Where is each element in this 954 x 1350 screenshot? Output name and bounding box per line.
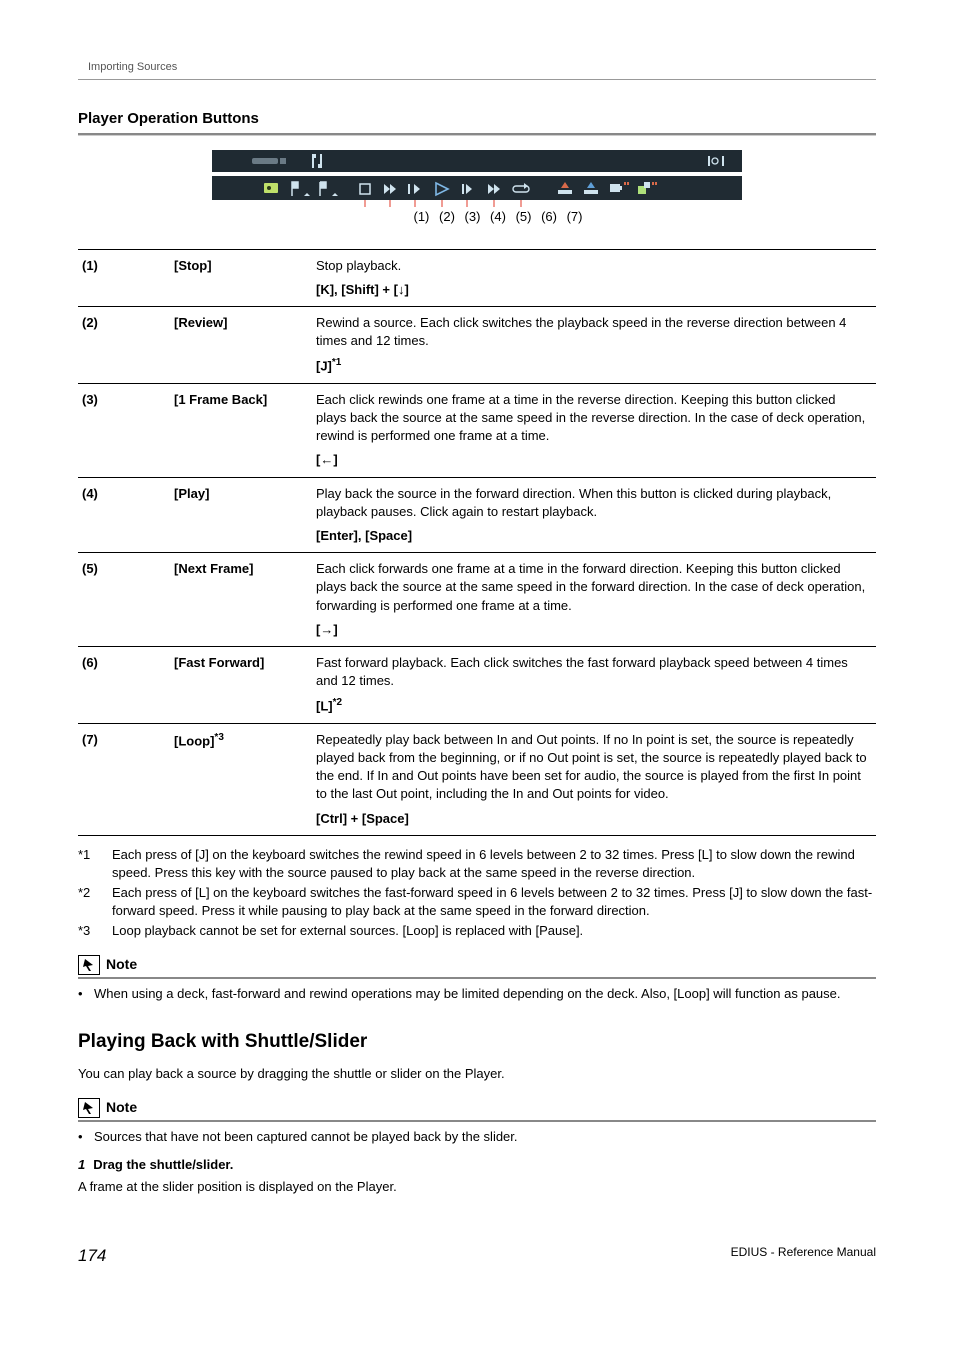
- section-rule: [78, 133, 876, 136]
- note-text: •When using a deck, fast-forward and rew…: [78, 985, 876, 1003]
- note-label: Note: [106, 1098, 137, 1118]
- table-row: (3)[1 Frame Back]Each click rewinds one …: [78, 383, 876, 477]
- note-icon: [78, 955, 100, 975]
- table-row: (7)[Loop]*3Repeatedly play back between …: [78, 723, 876, 835]
- breadcrumb: Importing Sources: [78, 60, 876, 80]
- table-row: (6)[Fast Forward]Fast forward playback. …: [78, 646, 876, 723]
- callout-numbers: (1) (2) (3) (4) (5) (6) (7): [78, 208, 876, 226]
- section-intro: You can play back a source by dragging t…: [78, 1065, 876, 1083]
- note-heading: Note: [78, 955, 876, 979]
- note-icon: [78, 1098, 100, 1118]
- button-reference-table: (1)[Stop]Stop playback.[K], [Shift] + [↓…: [78, 249, 876, 836]
- table-row: (4)[Play]Play back the source in the for…: [78, 477, 876, 553]
- player-toolbar-svg: [212, 150, 742, 210]
- table-row: (1)[Stop]Stop playback.[K], [Shift] + [↓…: [78, 249, 876, 306]
- section-title-player-operation: Player Operation Buttons: [78, 108, 876, 129]
- player-toolbar-figure: (1) (2) (3) (4) (5) (6) (7): [78, 150, 876, 226]
- note-label: Note: [106, 955, 137, 975]
- section-title-shuttle-slider: Playing Back with Shuttle/Slider: [78, 1029, 876, 1056]
- page-footer: 174 EDIUS - Reference Manual: [78, 1244, 876, 1268]
- note-heading-2: Note: [78, 1098, 876, 1122]
- page-number: 174: [78, 1244, 106, 1268]
- step-1-after: A frame at the slider position is displa…: [78, 1178, 876, 1196]
- table-row: (2)[Review]Rewind a source. Each click s…: [78, 306, 876, 383]
- table-row: (5)[Next Frame]Each click forwards one f…: [78, 553, 876, 647]
- note-text-2: •Sources that have not been captured can…: [78, 1128, 876, 1146]
- footnotes: *1Each press of [J] on the keyboard swit…: [78, 846, 876, 941]
- step-1: 1Drag the shuttle/slider.: [78, 1156, 876, 1174]
- doc-title: EDIUS - Reference Manual: [731, 1244, 876, 1268]
